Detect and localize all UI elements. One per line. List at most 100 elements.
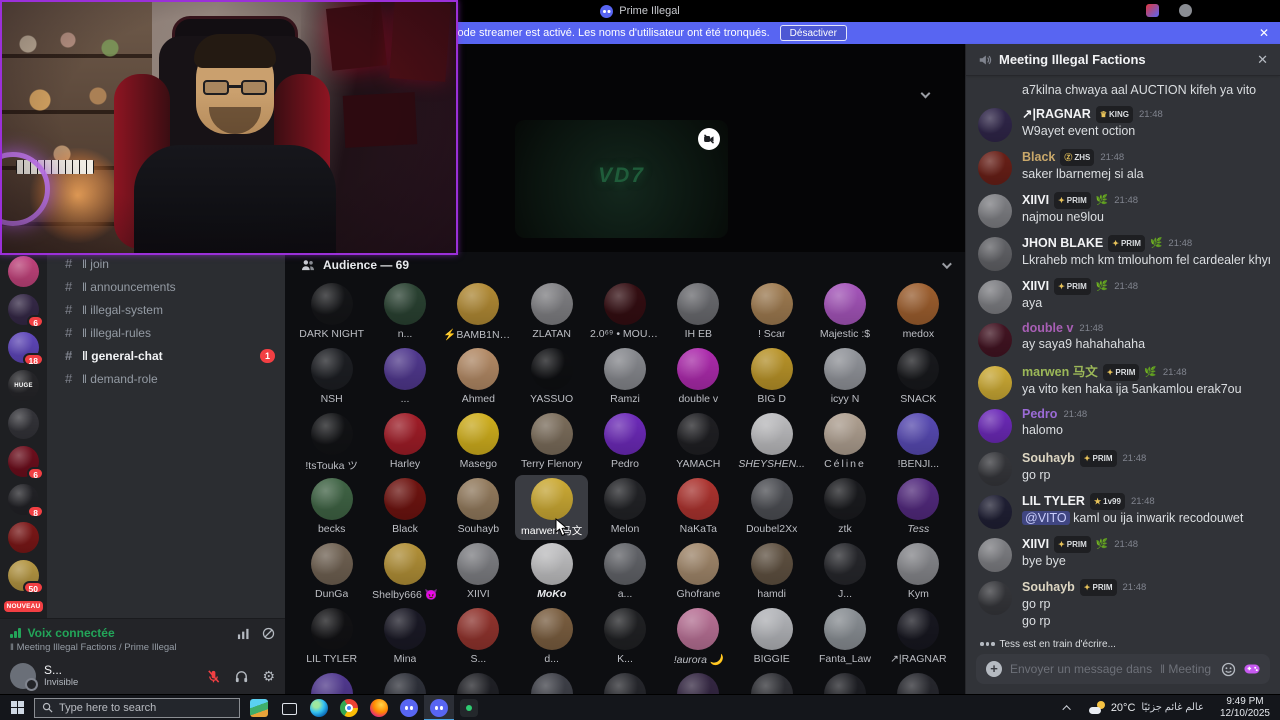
message-username[interactable]: LIL TYLER	[1022, 494, 1085, 509]
message-avatar[interactable]	[978, 538, 1012, 572]
audience-member[interactable]: Fanta_Law	[808, 605, 881, 670]
server-icon[interactable]: 6	[8, 294, 44, 328]
audience-member[interactable]: MoKo	[515, 540, 588, 605]
audience-member[interactable]	[662, 670, 735, 694]
message-avatar[interactable]	[978, 194, 1012, 228]
mic-muted-icon[interactable]	[206, 669, 221, 684]
audience-member[interactable]: Majestic :$	[808, 280, 881, 345]
audience-member[interactable]: SHEYSHEN...	[735, 410, 808, 475]
message-username[interactable]: ↗|RAGNAR	[1022, 107, 1091, 122]
audience-member[interactable]: DunGa	[295, 540, 368, 605]
audience-member[interactable]: BIGGIE	[735, 605, 808, 670]
audience-member[interactable]: ! Scar	[735, 280, 808, 345]
message-username[interactable]: double v	[1022, 321, 1073, 336]
taskbar-app-taskview[interactable]	[274, 695, 304, 720]
audience-member[interactable]: Ramzi	[588, 345, 661, 410]
audience-member[interactable]: S...	[442, 605, 515, 670]
audience-member[interactable]: Shelby666 😈	[368, 540, 441, 605]
server-icon[interactable]: 18	[8, 332, 44, 366]
audience-member[interactable]	[808, 670, 881, 694]
taskbar-search[interactable]: Type here to search	[34, 697, 240, 718]
audience-member[interactable]: Souhayb	[442, 475, 515, 540]
message-avatar[interactable]	[978, 495, 1012, 529]
channel-item[interactable]: # ‖ illegal-rules	[47, 321, 285, 344]
server-icon[interactable]: 8	[8, 484, 44, 518]
disconnect-icon[interactable]	[262, 627, 275, 640]
audience-member[interactable]: NSH	[295, 345, 368, 410]
message-avatar[interactable]	[978, 108, 1012, 142]
message-username[interactable]: XIIVI	[1022, 279, 1049, 294]
message-username[interactable]: XIIVI	[1022, 193, 1049, 208]
taskbar-app-chrome[interactable]	[334, 695, 364, 720]
message-username[interactable]: Souhayb	[1022, 451, 1075, 466]
channel-item[interactable]: # ‖ demand-role	[47, 367, 285, 390]
audience-member[interactable]: ...	[368, 345, 441, 410]
audience-member[interactable]: K...	[588, 605, 661, 670]
channel-item[interactable]: # ‖ illegal-system	[47, 298, 285, 321]
taskbar-app-discord2[interactable]	[424, 694, 454, 720]
audience-member[interactable]	[295, 670, 368, 694]
streamer-tile[interactable]: VD7	[515, 120, 728, 238]
audience-member[interactable]: Kym	[882, 540, 955, 605]
taskbar-app-photos[interactable]	[244, 695, 274, 720]
audience-member[interactable]: Terry Flenory	[515, 410, 588, 475]
audience-member[interactable]: LIL TYLER	[295, 605, 368, 670]
audience-member[interactable]: SNACK	[882, 345, 955, 410]
audience-header[interactable]: Audience — 69	[285, 252, 965, 278]
attach-plus-icon[interactable]: +	[986, 661, 1002, 677]
audience-member[interactable]	[882, 670, 955, 694]
audience-member[interactable]	[735, 670, 808, 694]
audience-member[interactable]: DARK NIGHT	[295, 280, 368, 345]
taskbar-app-game[interactable]	[454, 695, 484, 720]
audience-member[interactable]: !aurora 🌙	[662, 605, 735, 670]
start-button[interactable]	[0, 695, 34, 720]
audience-member[interactable]: becks	[295, 475, 368, 540]
taskbar-clock[interactable]: 9:49 PM 12/10/2025	[1212, 696, 1280, 719]
message-avatar[interactable]	[978, 280, 1012, 314]
audience-member[interactable]: !BENJI...	[882, 410, 955, 475]
message-avatar[interactable]	[978, 151, 1012, 185]
audience-member[interactable]: marwen 马文	[515, 475, 589, 540]
message-avatar[interactable]	[978, 452, 1012, 486]
voice-channel-path[interactable]: ‖ Meeting Illegal Factions / Prime Illeg…	[10, 642, 275, 653]
audience-member[interactable]: ↗|RAGNAR	[882, 605, 955, 670]
audience-member[interactable]: Black	[368, 475, 441, 540]
message-username[interactable]: JHON BLAKE	[1022, 236, 1103, 251]
chevron-down-icon[interactable]	[920, 88, 931, 99]
channel-item[interactable]: # ‖ join	[47, 252, 285, 275]
audience-member[interactable]: J...	[808, 540, 881, 605]
channel-item[interactable]: # ‖ general-chat 1	[47, 344, 285, 367]
message-avatar[interactable]	[978, 323, 1012, 357]
audience-member[interactable]: 2.0⁶⁹ • MOUHIB	[588, 280, 661, 345]
message-input[interactable]: + Envoyer un message dans ‖ Meeting Ill.…	[976, 654, 1270, 684]
user-mention[interactable]: @VITO	[1022, 511, 1070, 525]
server-icon[interactable]: 6	[8, 446, 44, 480]
audience-member[interactable]: a...	[588, 540, 661, 605]
banner-close-icon[interactable]: ✕	[1259, 26, 1269, 40]
audience-member[interactable]: XIIVI	[442, 540, 515, 605]
stats-bars-icon[interactable]	[237, 627, 250, 640]
headphones-icon[interactable]	[234, 669, 249, 684]
channel-item[interactable]: # ‖ announcements	[47, 275, 285, 298]
server-icon[interactable]	[8, 522, 39, 553]
weather-widget[interactable]: 20°C عالم غائم جزئيًا	[1081, 695, 1212, 720]
activities-icon[interactable]	[1244, 663, 1260, 675]
audience-member[interactable]: IH EB	[662, 280, 735, 345]
server-icon[interactable]: HUGE	[8, 370, 39, 401]
avatar[interactable]	[10, 663, 38, 691]
message-avatar[interactable]	[978, 366, 1012, 400]
audience-member[interactable]: Melon	[588, 475, 661, 540]
audience-member[interactable]: medox	[882, 280, 955, 345]
audience-member[interactable]: YASSUO	[515, 345, 588, 410]
audience-member[interactable]: ⚡BAMB1N0...	[442, 280, 515, 345]
audience-member[interactable]: !tsTouka ツ	[295, 410, 368, 475]
audience-member[interactable]: d...	[515, 605, 588, 670]
audience-member[interactable]: Céline	[808, 410, 881, 475]
audience-member[interactable]: Pedro	[588, 410, 661, 475]
emoji-picker-icon[interactable]	[1221, 662, 1236, 677]
audience-member[interactable]: Harley	[368, 410, 441, 475]
message-username[interactable]: Souhayb	[1022, 580, 1075, 595]
audience-member[interactable]	[442, 670, 515, 694]
audience-member[interactable]: YAMACH	[662, 410, 735, 475]
audience-member[interactable]: Doubel2Xx	[735, 475, 808, 540]
